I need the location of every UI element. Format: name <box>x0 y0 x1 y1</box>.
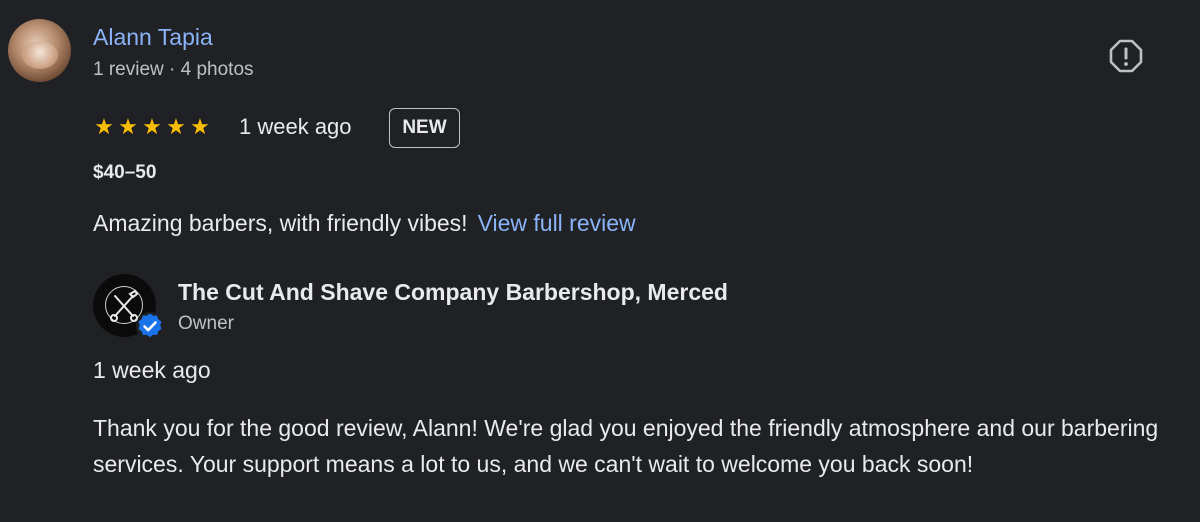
star-icon: ★ <box>190 114 210 139</box>
review-text: Amazing barbers, with friendly vibes! <box>93 210 468 236</box>
new-badge: NEW <box>389 108 460 148</box>
reviewer-avatar[interactable] <box>8 19 71 82</box>
star-rating: ★ ★ ★ ★ ★ <box>93 114 211 140</box>
view-full-review-link[interactable]: View full review <box>478 210 636 236</box>
verified-badge <box>135 311 165 341</box>
review-date: 1 week ago <box>239 114 352 139</box>
owner-business-name[interactable]: The Cut And Shave Company Barbershop, Me… <box>178 277 728 307</box>
reviewer-meta: 1 review · 4 photos <box>93 59 254 80</box>
report-icon <box>1109 39 1143 73</box>
star-icon: ★ <box>118 114 138 139</box>
star-icon: ★ <box>94 114 114 139</box>
avatar-photo <box>22 41 58 69</box>
owner-reply-text: Thank you for the good review, Alann! We… <box>93 415 1159 477</box>
star-icon: ★ <box>166 114 186 139</box>
report-button[interactable] <box>1109 39 1143 73</box>
price-range: $40–50 <box>93 162 157 183</box>
verified-badge-icon <box>136 312 164 340</box>
review-text-line: Amazing barbers, with friendly vibes! Vie… <box>93 208 636 238</box>
star-icon: ★ <box>142 114 162 139</box>
reviewer-name-link[interactable]: Alann Tapia <box>93 23 213 51</box>
owner-role: Owner <box>178 313 234 334</box>
reply-date: 1 week ago <box>93 357 211 383</box>
